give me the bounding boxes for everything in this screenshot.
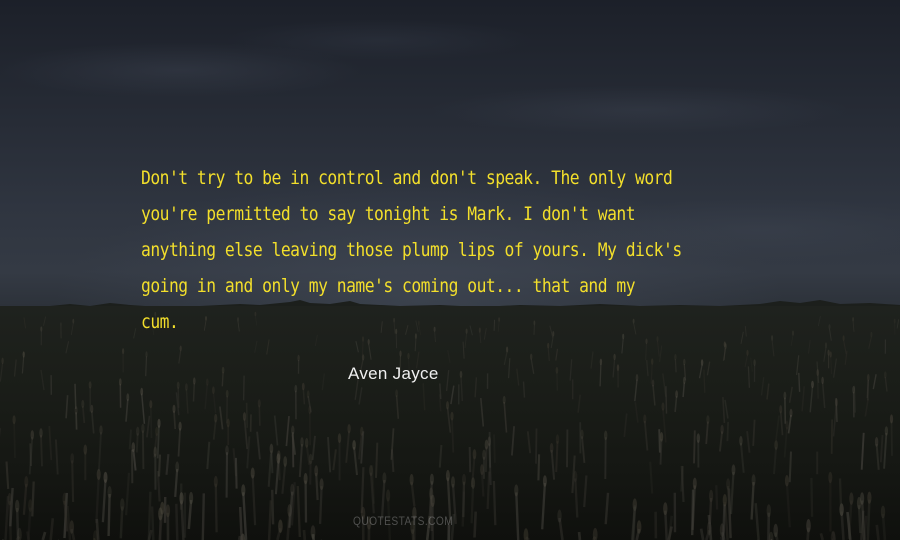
- quote-author: Aven Jayce: [348, 364, 439, 383]
- watermark: QUOTESTATS.COM: [353, 514, 454, 528]
- wheat-stalks: [0, 311, 900, 540]
- quote-text: Don't try to be in control and don't spe…: [141, 167, 682, 333]
